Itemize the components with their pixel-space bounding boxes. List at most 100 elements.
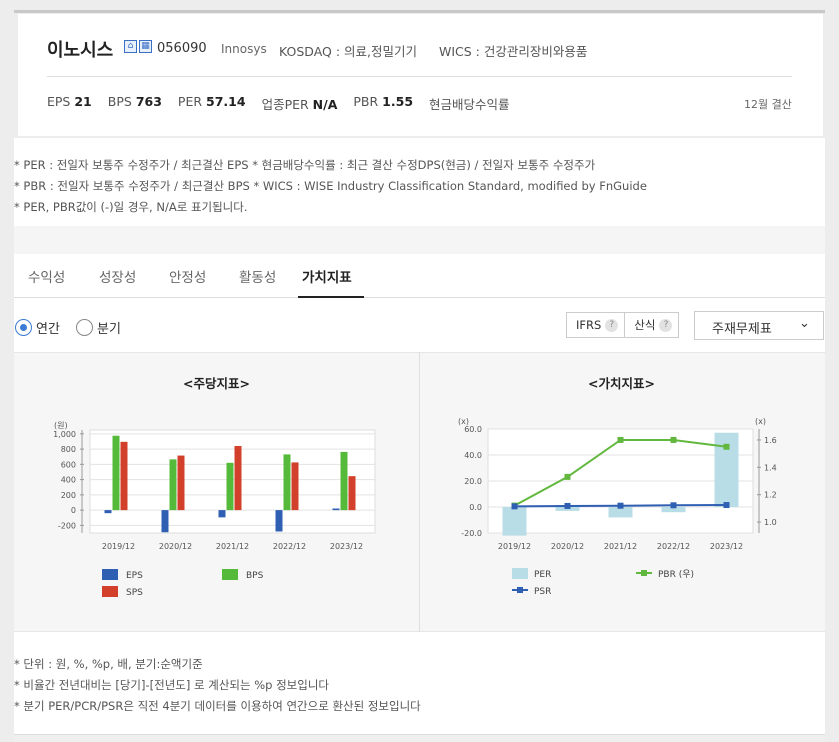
header-divider [47,76,792,77]
tab-valuation[interactable]: 가치지표 [302,266,352,286]
y-right-tick-label: 1.2 [764,491,777,500]
x-tick-label: 2019/12 [498,542,531,551]
y-left-tick-label: 20.0 [464,477,482,486]
bar-bps [340,451,348,511]
bar-eps [332,508,340,511]
home-icon[interactable]: ⌂ [124,40,137,53]
definition-notes: * PER : 전일자 보통주 수정주가 / 최근결산 EPS * 현금배당수익… [14,155,647,218]
y-right-tick-label: 1.4 [764,463,777,472]
point-pbr [723,443,730,450]
metric-bps: BPS 763 [108,94,162,113]
y-tick-label: 1,000 [53,430,76,439]
bar-sps [348,476,356,511]
statement-type-select[interactable]: 주재무제표 ⌄ [694,311,824,340]
radio-quarter[interactable]: 분기 [76,318,121,337]
formula-button[interactable]: 산식 ? [624,313,678,337]
legend-label: PSR [534,587,551,597]
y-tick-label: 0 [71,506,76,515]
y-right-tick-label: 1.6 [764,436,777,445]
per-share-chart: 1,000 800 600 400 200 0 -200 (원) 2019/12 2020/12 2… [53,421,376,598]
per-share-chart-title: <주당지표> [183,376,250,391]
radio-quarter-label: 분기 [97,322,121,337]
company-icons: ⌂ ▦ [124,40,152,53]
company-english-name: Innosys [221,42,267,56]
y-tick-label: 400 [61,476,76,485]
y-left-tick-label: -20.0 [461,529,482,538]
y-tick-label: -200 [58,521,76,530]
x-tick-label: 2021/12 [216,542,249,551]
valuation-chart: 60.0 40.0 20.0 0.0 -20.0 1.6 1.4 1.2 1.0 (x) (x) 20… [458,417,777,597]
metric-label: 업종PER [261,97,309,112]
legend-marker-psr [517,587,523,593]
y-left-tick-label: 0.0 [469,503,482,512]
metric-industry-per: 업종PER N/A [262,94,338,113]
y-right-tick-label: 1.0 [764,518,777,527]
settlement-month: 12월 결산 [744,98,792,111]
help-icon[interactable]: ? [659,318,673,332]
point-psr [723,502,730,509]
point-psr [617,502,624,509]
point-psr [670,502,677,509]
indicator-tabs: 수익성 성장성 안정성 활동성 가치지표 [14,254,825,298]
bar-eps [161,510,169,533]
point-pbr [617,436,624,443]
bar-bps [169,459,177,511]
radio-unchecked-icon[interactable] [76,319,93,336]
metric-value: 763 [135,94,162,109]
bar-sps [234,446,242,511]
bar-sps [120,441,128,511]
tab-profitability[interactable]: 수익성 [28,266,65,286]
y-right-unit: (x) [755,417,766,426]
tab-stability[interactable]: 안정성 [169,266,206,286]
bar-sps [177,455,185,511]
bar-sps [291,462,299,511]
building-icon[interactable]: ▦ [139,40,152,53]
point-pbr [564,473,571,480]
bar-bps [283,454,291,511]
radio-annual[interactable]: 연간 [15,318,60,337]
help-icon[interactable]: ? [605,318,619,332]
metric-value: 21 [74,94,92,109]
legend-marker-pbr [641,570,647,576]
point-psr [564,502,571,509]
y-tick-label: 600 [61,460,76,469]
bar-eps [104,510,112,514]
stock-code: 056090 [157,41,207,56]
footnote-line: * 분기 PER/PCR/PSR은 직전 4분기 데이터를 이용하여 연간으로 … [14,699,421,713]
tab-growth[interactable]: 성장성 [99,266,136,286]
x-tick-label: 2022/12 [273,542,306,551]
note-line: * PER : 전일자 보통주 수정주가 / 최근결산 EPS * 현금배당수익… [14,158,596,172]
metric-label: 현금배당수익률 [429,97,510,112]
tab-activity[interactable]: 활동성 [239,266,276,286]
metric-eps: EPS 21 [47,94,92,113]
metric-value: N/A [312,97,338,112]
metric-pbr: PBR 1.55 [353,94,413,113]
valuation-chart-title: <가치지표> [588,376,655,391]
metric-value: 1.55 [382,94,414,109]
y-axis-unit: (원) [54,421,68,430]
footnote-line: * 비율간 전년대비는 [당기]-[전년도] 로 계산되는 %p 정보입니다 [14,678,329,692]
x-tick-label: 2020/12 [551,542,584,551]
point-psr [511,503,518,510]
x-tick-label: 2019/12 [102,542,135,551]
bar-bps [226,462,234,511]
note-line: * PER, PBR값이 (-)일 경우, N/A로 표기됩니다. [14,200,248,214]
legend-label: BPS [246,571,264,581]
company-name: 이노시스 [47,40,114,61]
x-tick-label: 2023/12 [330,542,363,551]
bar-per [502,507,527,536]
wics-classification: WICS : 건강관리장비와용품 [439,44,588,59]
legend-label: EPS [126,571,143,581]
y-left-tick-label: 60.0 [464,425,482,434]
y-left-tick-label: 40.0 [464,451,482,460]
metric-per: PER 57.14 [178,94,246,113]
select-value: 주재무제표 [712,322,772,337]
radio-checked-icon[interactable] [15,319,32,336]
info-button-group: IFRS ? 산식 ? [566,312,680,338]
metric-dividend-yield: 현금배당수익률 [429,94,510,113]
formula-label: 산식 [634,318,656,332]
y-left-unit: (x) [458,417,469,426]
metric-label: EPS [47,94,71,109]
ifrs-button[interactable]: IFRS ? [567,313,624,337]
legend-label: SPS [126,588,143,598]
